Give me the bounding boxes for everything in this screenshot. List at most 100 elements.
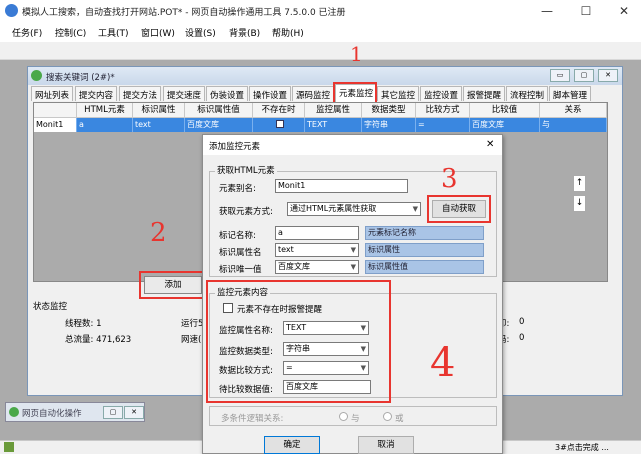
menu-task[interactable]: 任务(F)	[12, 26, 42, 39]
cell-id-attr[interactable]: text	[133, 118, 185, 132]
child-title: 搜索关键词 (2#)*	[46, 73, 115, 83]
cell-relation[interactable]: 与	[540, 118, 607, 132]
col-monitor-attr[interactable]: 监控属性	[305, 103, 362, 118]
status-icon	[4, 442, 14, 452]
id-attr-label: 标识属性名	[219, 248, 262, 258]
menu-tools[interactable]: 工具(T)	[98, 26, 129, 39]
tab-submit-speed[interactable]: 提交速度	[163, 86, 206, 101]
app-title-bar: 模拟人工搜索，自动查找打开网站.POT* - 网页自动操作通用工具 7.5.0.…	[0, 0, 641, 22]
tag-name-info: 元素标记名称	[365, 226, 484, 240]
logic-and-label: 与	[351, 414, 360, 424]
annotation-number-4: 4	[430, 340, 456, 386]
minimized-window-icon	[9, 407, 19, 417]
id-attr-info: 标识属性	[365, 243, 484, 257]
tab-submit-method[interactable]: 提交方法	[119, 86, 162, 101]
menu-bar: 任务(F) 控制(C) 工具(T) 窗口(W) 设置(S) 背景(B) 帮助(H…	[0, 22, 641, 42]
cancel-button[interactable]: 取消	[358, 436, 414, 454]
method-select-value: 通过HTML元素属性获取	[290, 204, 377, 213]
id-value-select-value: 百度文库	[278, 262, 310, 271]
logic-and-radio[interactable]	[339, 412, 348, 421]
annotation-box-2	[139, 271, 207, 299]
cell-html-element[interactable]: a	[77, 118, 133, 132]
move-down-button[interactable]: ↓	[573, 195, 586, 212]
annotation-number-1: 1	[350, 42, 363, 66]
cell-missing[interactable]	[253, 118, 305, 132]
alias-input[interactable]: Monit1	[275, 179, 408, 193]
tab-alarm[interactable]: 报警提醒	[463, 86, 506, 101]
chevron-down-icon: ▼	[350, 263, 356, 271]
status-section-label: 状态监控	[33, 302, 68, 312]
close-button[interactable]: ✕	[610, 2, 638, 20]
app-title: 模拟人工搜索，自动查找打开网站.POT* - 网页自动操作通用工具 7.5.0.…	[22, 8, 346, 18]
add-monitor-element-dialog: 添加监控元素 ✕ 获取HTML元素 元素别名: Monit1 获取元素方式: 通…	[202, 134, 503, 454]
move-up-button[interactable]: ↑	[573, 175, 586, 192]
child-close-button[interactable]: ✕	[598, 69, 618, 82]
col-id-value[interactable]: 标识属性值	[185, 103, 253, 118]
tab-other-monitor[interactable]: 其它监控	[377, 86, 420, 101]
tab-submit-content[interactable]: 提交内容	[75, 86, 118, 101]
minimize-button[interactable]: —	[533, 2, 561, 20]
net-speed-label: 网速(	[181, 335, 202, 345]
tab-url-list[interactable]: 网址列表	[31, 86, 74, 101]
chevron-down-icon: ▼	[412, 205, 418, 213]
status-text: 3#点击完成 ...	[555, 443, 609, 452]
cell-data-type[interactable]: 字符串	[362, 118, 416, 132]
minimized-restore-button[interactable]: ▢	[103, 406, 123, 419]
tab-script-manage[interactable]: 脚本管理	[549, 86, 592, 101]
tab-monitor-settings[interactable]: 监控设置	[420, 86, 463, 101]
cell-id-value[interactable]: 百度文库	[185, 118, 253, 132]
menu-background[interactable]: 背景(B)	[229, 26, 260, 39]
menu-control[interactable]: 控制(C)	[55, 26, 86, 39]
annotation-box-3	[427, 195, 491, 223]
minimized-window-title: 网页自动化操作	[22, 409, 82, 419]
child-title-bar: 搜索关键词 (2#)* ▭ ▢ ✕	[28, 67, 622, 85]
child-window-icon	[31, 70, 42, 81]
right-value-1: 0	[519, 317, 525, 327]
menu-settings[interactable]: 设置(S)	[185, 26, 216, 39]
col-html-element[interactable]: HTML元素	[77, 103, 133, 118]
col-compare[interactable]: 比较方式	[416, 103, 470, 118]
run-label: 运行5	[181, 319, 204, 329]
cell-compare[interactable]: =	[416, 118, 470, 132]
cell-compare-value[interactable]: 百度文库	[470, 118, 540, 132]
method-select[interactable]: 通过HTML元素属性获取 ▼	[287, 202, 421, 216]
dialog-close-button[interactable]: ✕	[486, 139, 494, 150]
menu-help[interactable]: 帮助(H)	[272, 26, 304, 39]
col-missing[interactable]: 不存在时	[253, 103, 305, 118]
id-value-info: 标识属性值	[365, 260, 484, 274]
cell-missing-checkbox[interactable]	[275, 120, 284, 128]
get-element-caption: 获取HTML元素	[215, 164, 277, 176]
tag-name-label: 标记名称:	[219, 231, 256, 241]
logic-or-radio[interactable]	[383, 412, 392, 421]
tab-disguise[interactable]: 伪装设置	[206, 86, 249, 101]
col-data-type[interactable]: 数据类型	[362, 103, 416, 118]
row-name[interactable]: Monit1	[34, 118, 77, 132]
id-attr-select-value: text	[278, 245, 294, 254]
alias-label: 元素别名:	[219, 184, 256, 194]
cell-monitor-attr[interactable]: TEXT	[305, 118, 362, 132]
logic-label: 多条件逻辑关系:	[221, 414, 284, 424]
child-maximize-button[interactable]: ▢	[574, 69, 594, 82]
annotation-number-2: 2	[150, 218, 167, 248]
id-attr-select[interactable]: text ▼	[275, 243, 359, 257]
chevron-down-icon: ▼	[350, 246, 356, 254]
ok-button[interactable]: 确定	[264, 436, 320, 454]
grid-corner	[34, 103, 77, 118]
maximize-button[interactable]: ☐	[572, 2, 600, 20]
logic-or-label: 或	[395, 414, 404, 424]
annotation-box-4	[206, 280, 391, 403]
annotation-number-3: 3	[441, 164, 458, 194]
col-relation[interactable]: 关系	[540, 103, 607, 118]
col-compare-value[interactable]: 比较值	[470, 103, 540, 118]
minimized-window[interactable]: 网页自动化操作 ▢ ✕	[5, 402, 145, 422]
id-value-select[interactable]: 百度文库 ▼	[275, 260, 359, 274]
tag-name-input[interactable]: a	[275, 226, 359, 240]
col-id-attr[interactable]: 标识属性	[133, 103, 185, 118]
menu-window[interactable]: 窗口(W)	[141, 26, 175, 39]
right-value-2: 0	[519, 333, 525, 343]
tab-source-monitor[interactable]: 源码监控	[292, 86, 335, 101]
tab-flow-control[interactable]: 流程控制	[506, 86, 549, 101]
minimized-close-button[interactable]: ✕	[124, 406, 144, 419]
child-minimize-button[interactable]: ▭	[550, 69, 570, 82]
tab-operation[interactable]: 操作设置	[249, 86, 292, 101]
